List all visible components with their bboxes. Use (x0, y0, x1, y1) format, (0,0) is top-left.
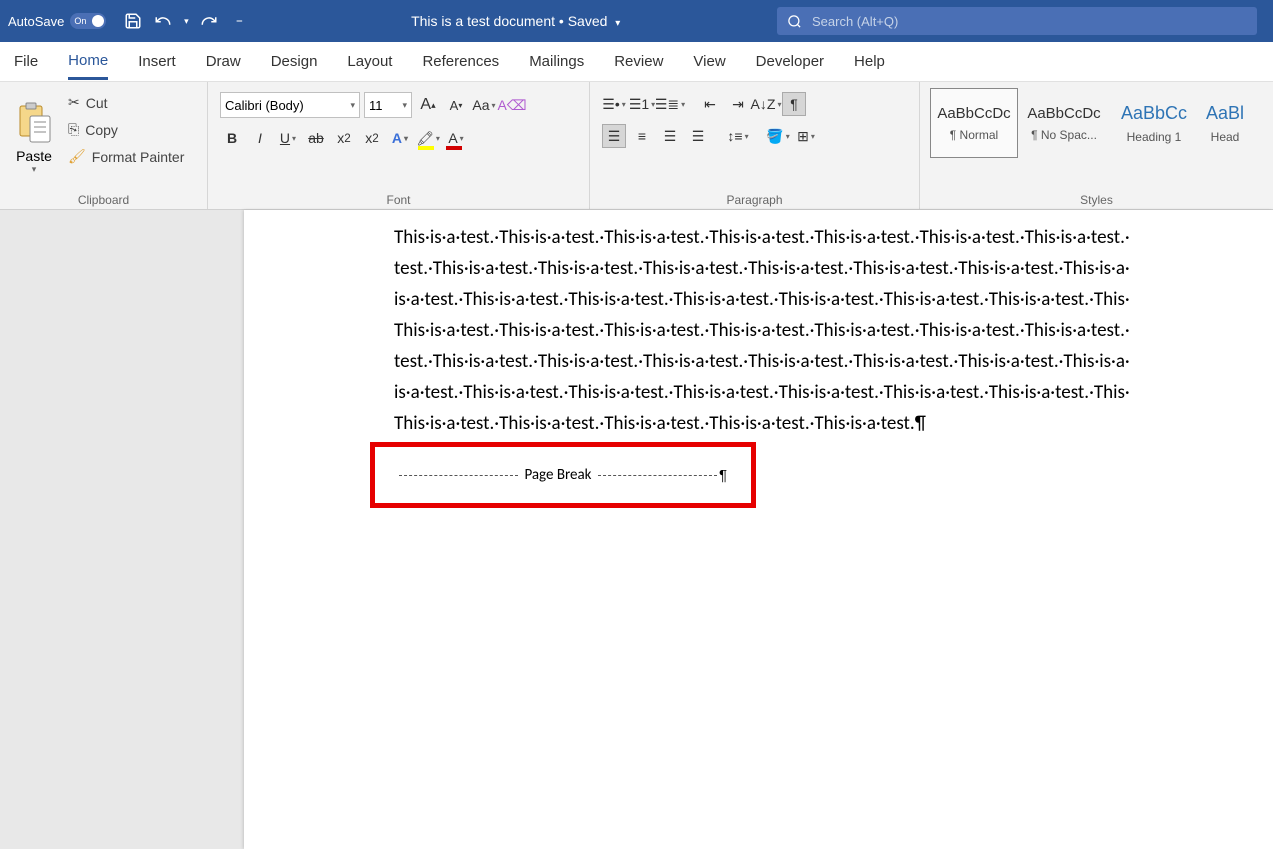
left-gutter (0, 210, 244, 849)
underline-button[interactable]: U (276, 126, 300, 150)
title-dropdown-icon[interactable]: ▾ (615, 18, 620, 29)
document-title: This is a test document • Saved ▾ (254, 13, 777, 29)
subscript-button[interactable]: x2 (332, 126, 356, 150)
clear-formatting-button[interactable]: A⌫ (500, 93, 524, 117)
sort-button[interactable]: A↓Z (754, 92, 778, 116)
brush-icon: 🖌 (68, 148, 86, 165)
search-icon (787, 14, 802, 29)
font-size-combo[interactable]: 11▾ (364, 92, 412, 118)
document-area: This·is·a·test.·This·is·a·test.·This·is·… (0, 210, 1273, 849)
redo-icon[interactable] (196, 8, 222, 34)
paste-icon (14, 102, 54, 144)
style-normal[interactable]: AaBbCcDc ¶ Normal (930, 88, 1018, 158)
decrease-indent-button[interactable]: ⇤ (698, 92, 722, 116)
align-right-button[interactable]: ☰ (658, 124, 682, 148)
ribbon: Paste ▾ ✂ Cut ⎘ Copy 🖌 Format Painter Cl… (0, 82, 1273, 210)
group-label: Clipboard (8, 191, 199, 209)
numbering-button[interactable]: ☰1 (630, 92, 654, 116)
undo-dropdown-icon[interactable]: ▾ (180, 8, 192, 34)
justify-button[interactable]: ☰ (686, 124, 710, 148)
undo-icon[interactable] (150, 8, 176, 34)
copy-button[interactable]: ⎘ Copy (64, 119, 188, 140)
group-label: Font (216, 191, 581, 209)
style-no-spacing[interactable]: AaBbCcDc ¶ No Spac... (1020, 88, 1108, 158)
group-paragraph: ☰• ☰1 ☰≣ ⇤ ⇥ A↓Z ¶ ☰ ≡ ☰ ☰ ↕≡ 🪣 ⊞ Para (590, 82, 920, 209)
tab-draw[interactable]: Draw (206, 45, 241, 78)
page-break-highlight: Page Break ¶ (370, 442, 756, 508)
qat-customize-icon[interactable]: ⎯ (226, 8, 252, 34)
format-painter-button[interactable]: 🖌 Format Painter (64, 146, 188, 167)
tab-review[interactable]: Review (614, 45, 663, 78)
tab-insert[interactable]: Insert (138, 45, 176, 78)
align-center-button[interactable]: ≡ (630, 124, 654, 148)
page-break-line-right (598, 475, 717, 476)
bullets-button[interactable]: ☰• (602, 92, 626, 116)
doc-line[interactable]: This·is·a·test.·This·is·a·test.·This·is·… (244, 408, 1273, 439)
grow-font-button[interactable]: A▴ (416, 93, 440, 117)
tab-developer[interactable]: Developer (756, 45, 824, 78)
text-effects-button[interactable]: A (388, 126, 412, 150)
tab-file[interactable]: File (14, 45, 38, 78)
cut-button[interactable]: ✂ Cut (64, 92, 188, 113)
tab-design[interactable]: Design (271, 45, 318, 78)
tab-layout[interactable]: Layout (347, 45, 392, 78)
page-break-line-left (399, 475, 518, 476)
bold-button[interactable]: B (220, 126, 244, 150)
highlight-button[interactable]: 🖍 (416, 126, 440, 150)
align-left-button[interactable]: ☰ (602, 124, 626, 148)
doc-line[interactable]: This·is·a·test.·This·is·a·test.·This·is·… (244, 222, 1273, 253)
strikethrough-button[interactable]: ab (304, 126, 328, 150)
page-break-label[interactable]: Page Break (518, 466, 597, 484)
doc-line[interactable]: test.·This·is·a·test.·This·is·a·test.·Th… (244, 346, 1273, 377)
multilevel-button[interactable]: ☰≣ (658, 92, 682, 116)
italic-button[interactable]: I (248, 126, 272, 150)
font-color-button[interactable]: A (444, 126, 468, 150)
tab-view[interactable]: View (693, 45, 725, 78)
scissors-icon: ✂ (68, 94, 80, 111)
doc-line[interactable]: This·is·a·test.·This·is·a·test.·This·is·… (244, 315, 1273, 346)
borders-button[interactable]: ⊞ (794, 124, 818, 148)
doc-line[interactable]: is·a·test.·This·is·a·test.·This·is·a·tes… (244, 377, 1273, 408)
autosave-label: AutoSave (8, 14, 64, 29)
change-case-button[interactable]: Aa (472, 93, 496, 117)
doc-line[interactable]: test.·This·is·a·test.·This·is·a·test.·Th… (244, 253, 1273, 284)
font-name-combo[interactable]: Calibri (Body)▾ (220, 92, 360, 118)
search-input[interactable] (812, 14, 1247, 29)
doc-line[interactable]: is·a·test.·This·is·a·test.·This·is·a·tes… (244, 284, 1273, 315)
shading-button[interactable]: 🪣 (766, 124, 790, 148)
superscript-button[interactable]: x2 (360, 126, 384, 150)
tab-help[interactable]: Help (854, 45, 885, 78)
increase-indent-button[interactable]: ⇥ (726, 92, 750, 116)
group-styles: AaBbCcDc ¶ Normal AaBbCcDc ¶ No Spac... … (920, 82, 1273, 209)
save-icon[interactable] (120, 8, 146, 34)
pilcrow-icon: ¶ (719, 467, 727, 484)
toggle-switch[interactable]: On (70, 13, 106, 29)
document-page[interactable]: This·is·a·test.·This·is·a·test.·This·is·… (244, 210, 1273, 849)
tab-references[interactable]: References (422, 45, 499, 78)
title-bar: AutoSave On ▾ ⎯ This is a test document … (0, 0, 1273, 42)
paste-dropdown-icon[interactable]: ▾ (32, 164, 37, 175)
search-box[interactable] (777, 7, 1257, 35)
style-heading-1[interactable]: AaBbCc Heading 1 (1110, 88, 1198, 158)
group-label: Paragraph (598, 191, 911, 209)
show-hide-button[interactable]: ¶ (782, 92, 806, 116)
group-font: Calibri (Body)▾ 11▾ A▴ A▾ Aa A⌫ B I U ab… (208, 82, 590, 209)
group-clipboard: Paste ▾ ✂ Cut ⎘ Copy 🖌 Format Painter Cl… (0, 82, 208, 209)
tab-mailings[interactable]: Mailings (529, 45, 584, 78)
autosave-toggle[interactable]: AutoSave On (8, 13, 106, 29)
shrink-font-button[interactable]: A▾ (444, 93, 468, 117)
style-heading-2[interactable]: AaBl Head (1200, 88, 1250, 158)
copy-icon: ⎘ (68, 121, 79, 138)
line-spacing-button[interactable]: ↕≡ (726, 124, 750, 148)
paste-button[interactable]: Paste ▾ (8, 86, 60, 191)
group-label: Styles (928, 191, 1265, 209)
tab-home[interactable]: Home (68, 44, 108, 80)
ribbon-tabs: File Home Insert Draw Design Layout Refe… (0, 42, 1273, 82)
